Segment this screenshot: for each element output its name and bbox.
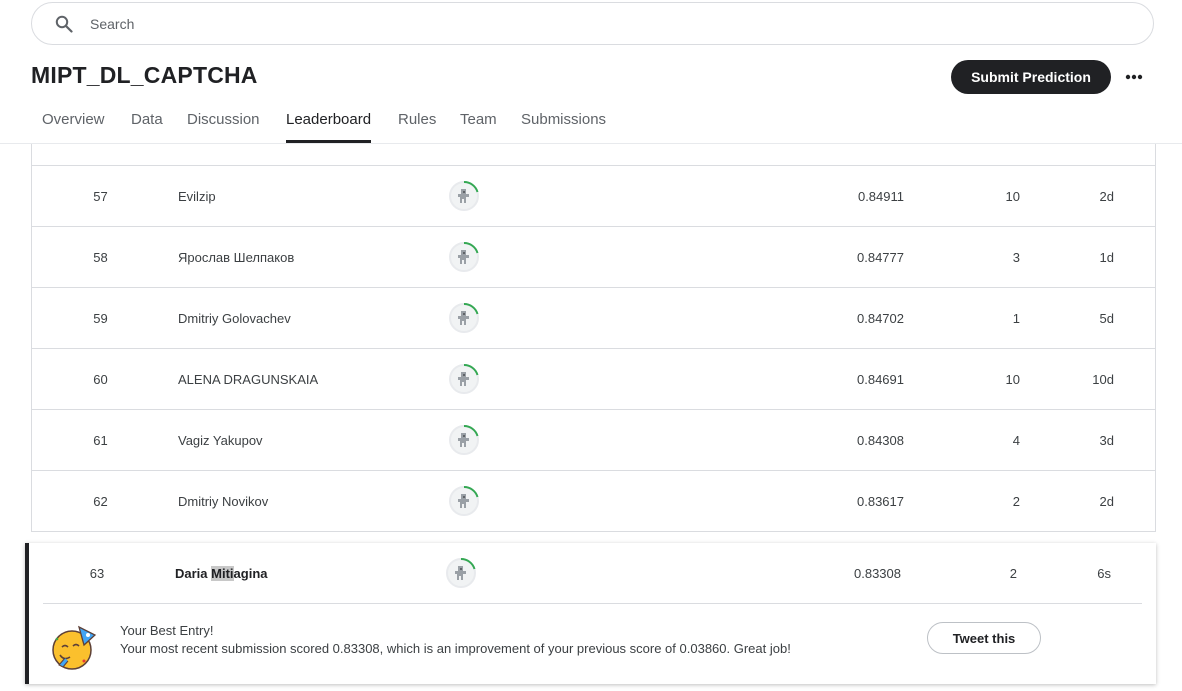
tab-discussion[interactable]: Discussion	[187, 110, 260, 143]
user-avatar-icon	[449, 424, 479, 455]
avatar[interactable]	[447, 349, 481, 409]
entries-count: 10	[1005, 371, 1020, 387]
last-submission: 1d	[1099, 249, 1114, 265]
team-name-part: agina	[233, 565, 268, 581]
table-row[interactable]: 62 Dmitriy Novikov 0.83617 2 2d	[32, 471, 1155, 532]
tab-overview[interactable]: Overview	[42, 110, 105, 143]
tab-team[interactable]: Team	[460, 110, 497, 143]
rank: 62	[93, 493, 108, 509]
score: 0.84308	[857, 432, 904, 448]
last-submission: 5d	[1099, 310, 1114, 326]
team-name[interactable]: Daria Miti agina	[175, 543, 268, 603]
entries-count: 3	[1012, 249, 1020, 265]
more-horizontal-icon	[1125, 67, 1143, 85]
competition-tabs: Overview Data Discussion Leaderboard Rul…	[0, 110, 1182, 144]
user-avatar-icon	[449, 241, 479, 272]
leaderboard-table: 57 Evilzip 0.84911 10 2d 58 Ярослав Шелп…	[31, 144, 1156, 532]
last-submission: 2d	[1099, 493, 1114, 509]
table-row[interactable]: 61 Vagiz Yakupov 0.84308 4 3d	[32, 410, 1155, 471]
avatar[interactable]	[444, 543, 478, 603]
team-name[interactable]: Evilzip	[178, 166, 216, 226]
user-avatar-icon	[449, 363, 479, 394]
search-icon	[54, 14, 74, 34]
search-bar[interactable]	[31, 2, 1154, 45]
rank: 58	[93, 249, 108, 265]
entries-count: 4	[1012, 432, 1020, 448]
score: 0.84911	[857, 188, 904, 204]
score: 0.83308	[854, 565, 901, 581]
avatar[interactable]	[447, 471, 481, 531]
team-name[interactable]: Vagiz Yakupov	[178, 410, 263, 470]
party-face-icon	[51, 625, 97, 671]
entries-count: 10	[1005, 188, 1020, 204]
last-submission: 10d	[1092, 371, 1114, 387]
score: 0.84691	[857, 371, 904, 387]
user-avatar-icon	[449, 485, 479, 516]
user-avatar-icon	[446, 557, 476, 588]
text-selection-highlight: Miti	[211, 565, 234, 581]
rank: 60	[93, 371, 108, 387]
score: 0.84702	[857, 310, 904, 326]
submit-prediction-button[interactable]: Submit Prediction	[951, 60, 1111, 94]
tab-data[interactable]: Data	[131, 110, 163, 143]
tab-submissions[interactable]: Submissions	[521, 110, 606, 143]
last-submission: 2d	[1099, 188, 1114, 204]
score: 0.84777	[857, 249, 904, 265]
avatar[interactable]	[447, 166, 481, 226]
last-submission: 6s	[1097, 565, 1111, 581]
user-avatar-icon	[449, 302, 479, 333]
rank: 61	[93, 432, 108, 448]
team-name[interactable]: ALENA DRAGUNSKAIA	[178, 349, 318, 409]
entries-count: 1	[1012, 310, 1020, 326]
tweet-button[interactable]: Tweet this	[927, 622, 1041, 654]
team-name[interactable]: Ярослав Шелпаков	[178, 227, 294, 287]
tab-leaderboard[interactable]: Leaderboard	[286, 110, 372, 143]
search-input[interactable]	[88, 14, 992, 33]
entries-count: 2	[1012, 493, 1020, 509]
rank: 57	[93, 188, 108, 204]
table-row-partial	[32, 144, 1155, 166]
my-entry-row[interactable]: 63 Daria Miti agina 0.83308 2 6s	[43, 543, 1142, 604]
best-entry-title: Your Best Entry!	[120, 623, 214, 638]
table-row[interactable]: 60 ALENA DRAGUNSKAIA 0.84691 10 10d	[32, 349, 1155, 410]
rank: 63	[89, 565, 105, 581]
tab-rules[interactable]: Rules	[398, 110, 436, 143]
entries-count: 2	[1009, 565, 1017, 581]
more-options-button[interactable]	[1120, 62, 1148, 90]
rank: 59	[93, 310, 108, 326]
user-avatar-icon	[449, 180, 479, 211]
avatar[interactable]	[447, 227, 481, 287]
score: 0.83617	[857, 493, 904, 509]
best-entry-message: Your most recent submission scored 0.833…	[120, 641, 791, 656]
avatar[interactable]	[447, 288, 481, 348]
avatar[interactable]	[447, 410, 481, 470]
table-row[interactable]: 57 Evilzip 0.84911 10 2d	[32, 166, 1155, 227]
best-entry-banner: Your Best Entry! Your most recent submis…	[29, 605, 1156, 683]
table-row[interactable]: 58 Ярослав Шелпаков 0.84777 3 1d	[32, 227, 1155, 288]
team-name-part: Daria	[175, 565, 212, 581]
last-submission: 3d	[1099, 432, 1114, 448]
competition-title: MIPT_DL_CAPTCHA	[31, 62, 258, 88]
my-entry-card: 63 Daria Miti agina 0.83308 2 6s Your Bes…	[25, 543, 1156, 684]
team-name[interactable]: Dmitriy Novikov	[178, 471, 268, 531]
table-row[interactable]: 59 Dmitriy Golovachev 0.84702 1 5d	[32, 288, 1155, 349]
team-name[interactable]: Dmitriy Golovachev	[178, 288, 291, 348]
